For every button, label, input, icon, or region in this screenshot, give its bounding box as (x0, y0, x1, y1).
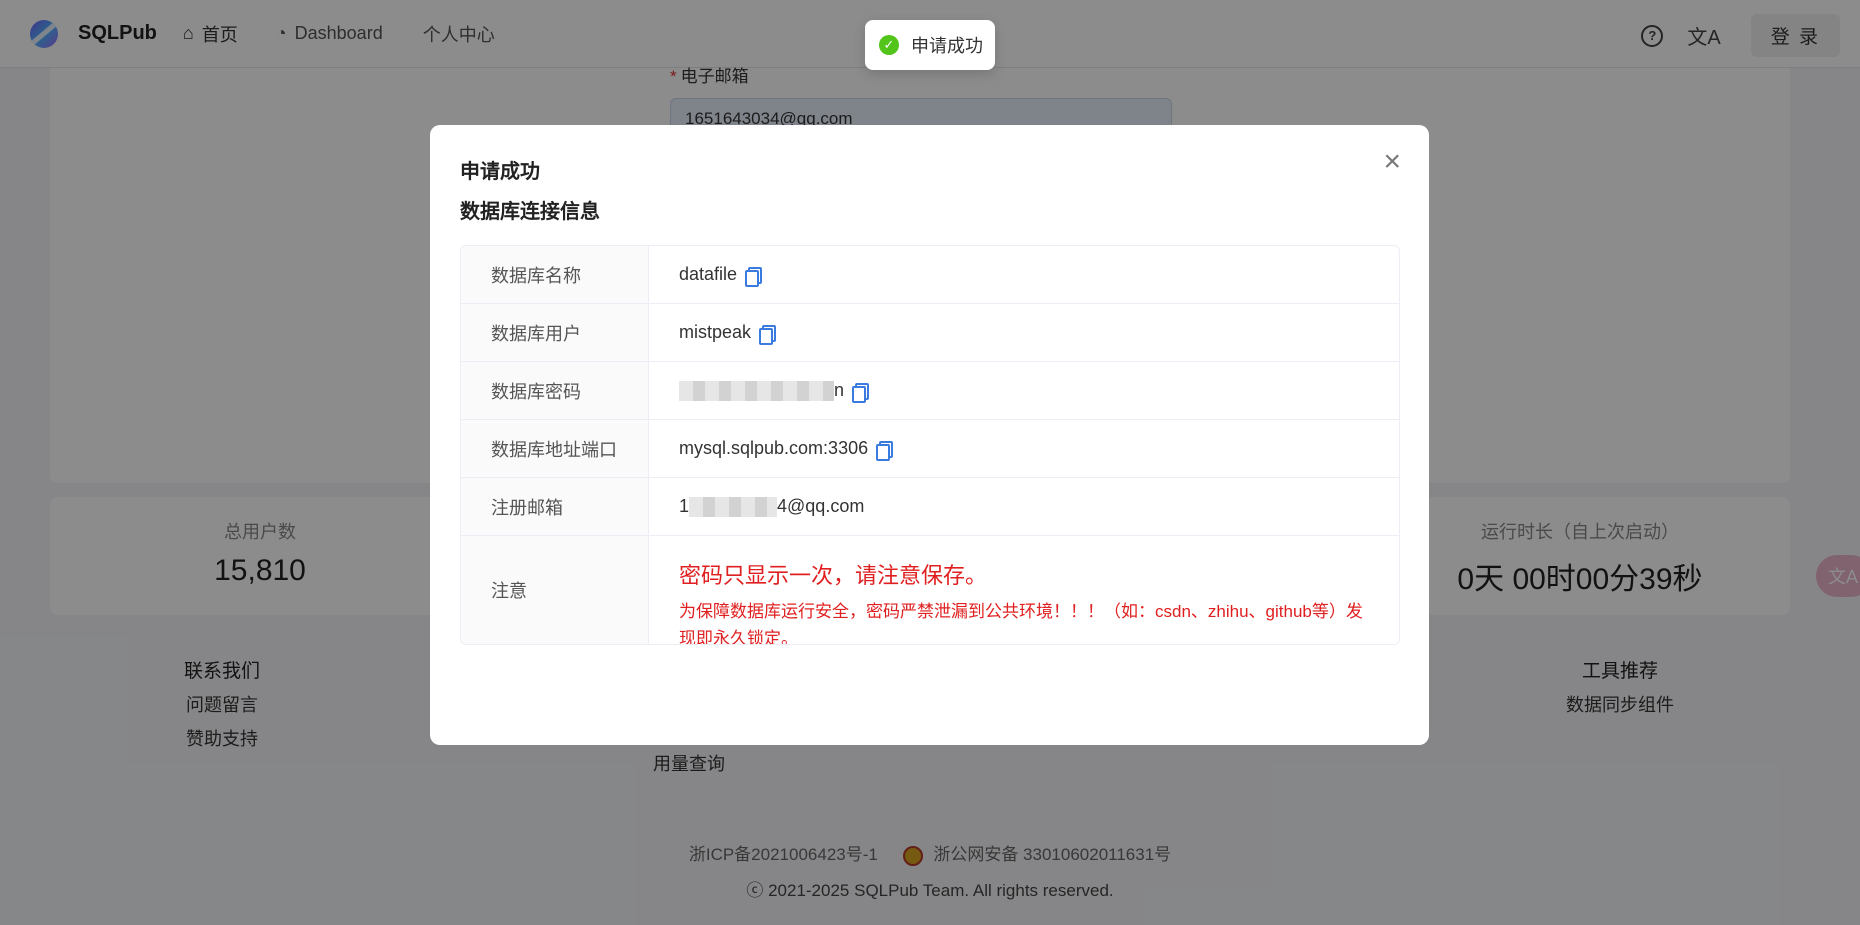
db-name-value: datafile (679, 264, 738, 284)
table-row: 注册邮箱 1 4@qq.com (461, 478, 1399, 536)
copy-icon[interactable] (759, 324, 777, 345)
row-value: 密码只显示一次，请注意保存。 为保障数据库运行安全，密码严禁泄漏到公共环境！！！… (649, 536, 1399, 644)
email-prefix: 1 (679, 496, 690, 516)
row-value: n (649, 362, 1399, 419)
table-row: 数据库地址端口 mysql.sqlpub.com:3306 (461, 420, 1399, 478)
row-label: 注册邮箱 (461, 478, 649, 535)
row-label: 数据库名称 (461, 246, 649, 303)
row-value: 1 4@qq.com (649, 478, 1399, 535)
password-suffix: n (834, 380, 845, 400)
note-warning-title: 密码只显示一次，请注意保存。 (679, 563, 988, 588)
row-value: mistpeak (649, 304, 1399, 361)
dialog-subtitle: 数据库连接信息 (460, 201, 600, 223)
apply-success-dialog: 申请成功 数据库连接信息 × 数据库名称 datafile 数据库用户 mist… (430, 125, 1429, 745)
note-warning-text: 为保障数据库运行安全，密码严禁泄漏到公共环境！！！（如：csdn、zhihu、g… (679, 602, 1363, 645)
row-label: 数据库密码 (461, 362, 649, 419)
table-row: 数据库用户 mistpeak (461, 304, 1399, 362)
dialog-title: 申请成功 (460, 161, 540, 183)
close-icon[interactable]: × (1383, 147, 1401, 177)
db-user-value: mistpeak (679, 322, 752, 342)
table-row: 数据库密码 n (461, 362, 1399, 420)
table-row: 注意 密码只显示一次，请注意保存。 为保障数据库运行安全，密码严禁泄漏到公共环境… (461, 536, 1399, 644)
toast-text: 申请成功 (911, 36, 983, 56)
copy-icon[interactable] (745, 266, 763, 287)
row-label: 注意 (461, 536, 649, 644)
db-host-value: mysql.sqlpub.com:3306 (679, 438, 869, 458)
copy-icon[interactable] (852, 382, 870, 403)
row-label: 数据库地址端口 (461, 420, 649, 477)
email-suffix: 4@qq.com (777, 496, 865, 516)
copy-icon[interactable] (876, 440, 894, 461)
row-label: 数据库用户 (461, 304, 649, 361)
table-row: 数据库名称 datafile (461, 246, 1399, 304)
note-content: 密码只显示一次，请注意保存。 为保障数据库运行安全，密码严禁泄漏到公共环境！！！… (649, 536, 1399, 645)
masked-password (679, 380, 834, 401)
row-value: datafile (649, 246, 1399, 303)
masked-email (689, 496, 778, 517)
check-circle-icon: ✓ (879, 35, 899, 55)
connection-info-table: 数据库名称 datafile 数据库用户 mistpeak 数据库密码 n 数据… (460, 245, 1400, 645)
row-value: mysql.sqlpub.com:3306 (649, 420, 1399, 477)
success-toast: ✓ 申请成功 (865, 20, 995, 70)
